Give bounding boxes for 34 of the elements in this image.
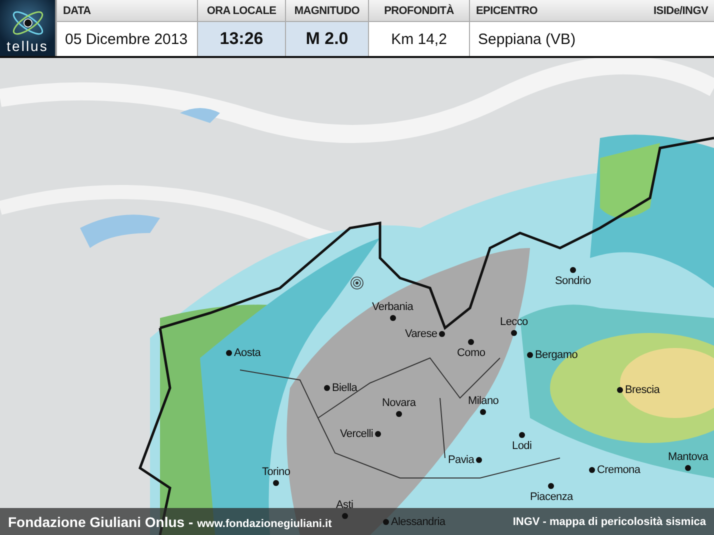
city-label: Sondrio <box>555 275 591 287</box>
city-label: Lodi <box>512 440 532 452</box>
header-label: DATA <box>63 4 91 16</box>
city-label: Alessandria <box>391 516 446 528</box>
city-label: Lecco <box>500 316 528 328</box>
city-label: Piacenza <box>530 491 573 503</box>
city-label: Aosta <box>234 347 261 359</box>
city-label: Bergamo <box>535 349 578 361</box>
header-label: PROFONDITÀ <box>384 4 454 16</box>
organization-name: Fondazione Giuliani Onlus - www.fondazionegiuliani.it <box>8 514 332 530</box>
logo-text: tellus <box>6 38 48 56</box>
city-label: Cremona <box>597 464 640 476</box>
city-label: Como <box>457 347 486 359</box>
header-label: EPICENTRO <box>476 4 538 16</box>
city-label: Milano <box>468 395 499 407</box>
city-label: Novara <box>382 397 416 409</box>
city-label: Asti <box>336 499 354 511</box>
city-label: Torino <box>262 466 290 478</box>
value-text: Km 14,2 <box>391 30 447 48</box>
value-text: Seppiana (VB) <box>478 30 576 48</box>
city-label: Biella <box>332 382 358 394</box>
map-caption: INGV - mappa di pericolosità sismica <box>512 516 706 528</box>
value-text: M 2.0 <box>306 29 348 49</box>
value-text: 13:26 <box>220 29 264 49</box>
city-label: Varese <box>405 328 438 340</box>
header-label: ORA LOCALE <box>206 4 276 16</box>
city-label: Verbania <box>372 301 414 313</box>
city-label: Brescia <box>625 384 660 396</box>
source-label: ISIDe/INGV <box>654 4 708 16</box>
city-label: Mantova <box>668 451 708 463</box>
city-label: Vercelli <box>340 428 374 440</box>
city-label: Pavia <box>448 454 474 466</box>
value-text: 05 Dicembre 2013 <box>65 30 188 48</box>
header-label: MAGNITUDO <box>294 4 360 16</box>
